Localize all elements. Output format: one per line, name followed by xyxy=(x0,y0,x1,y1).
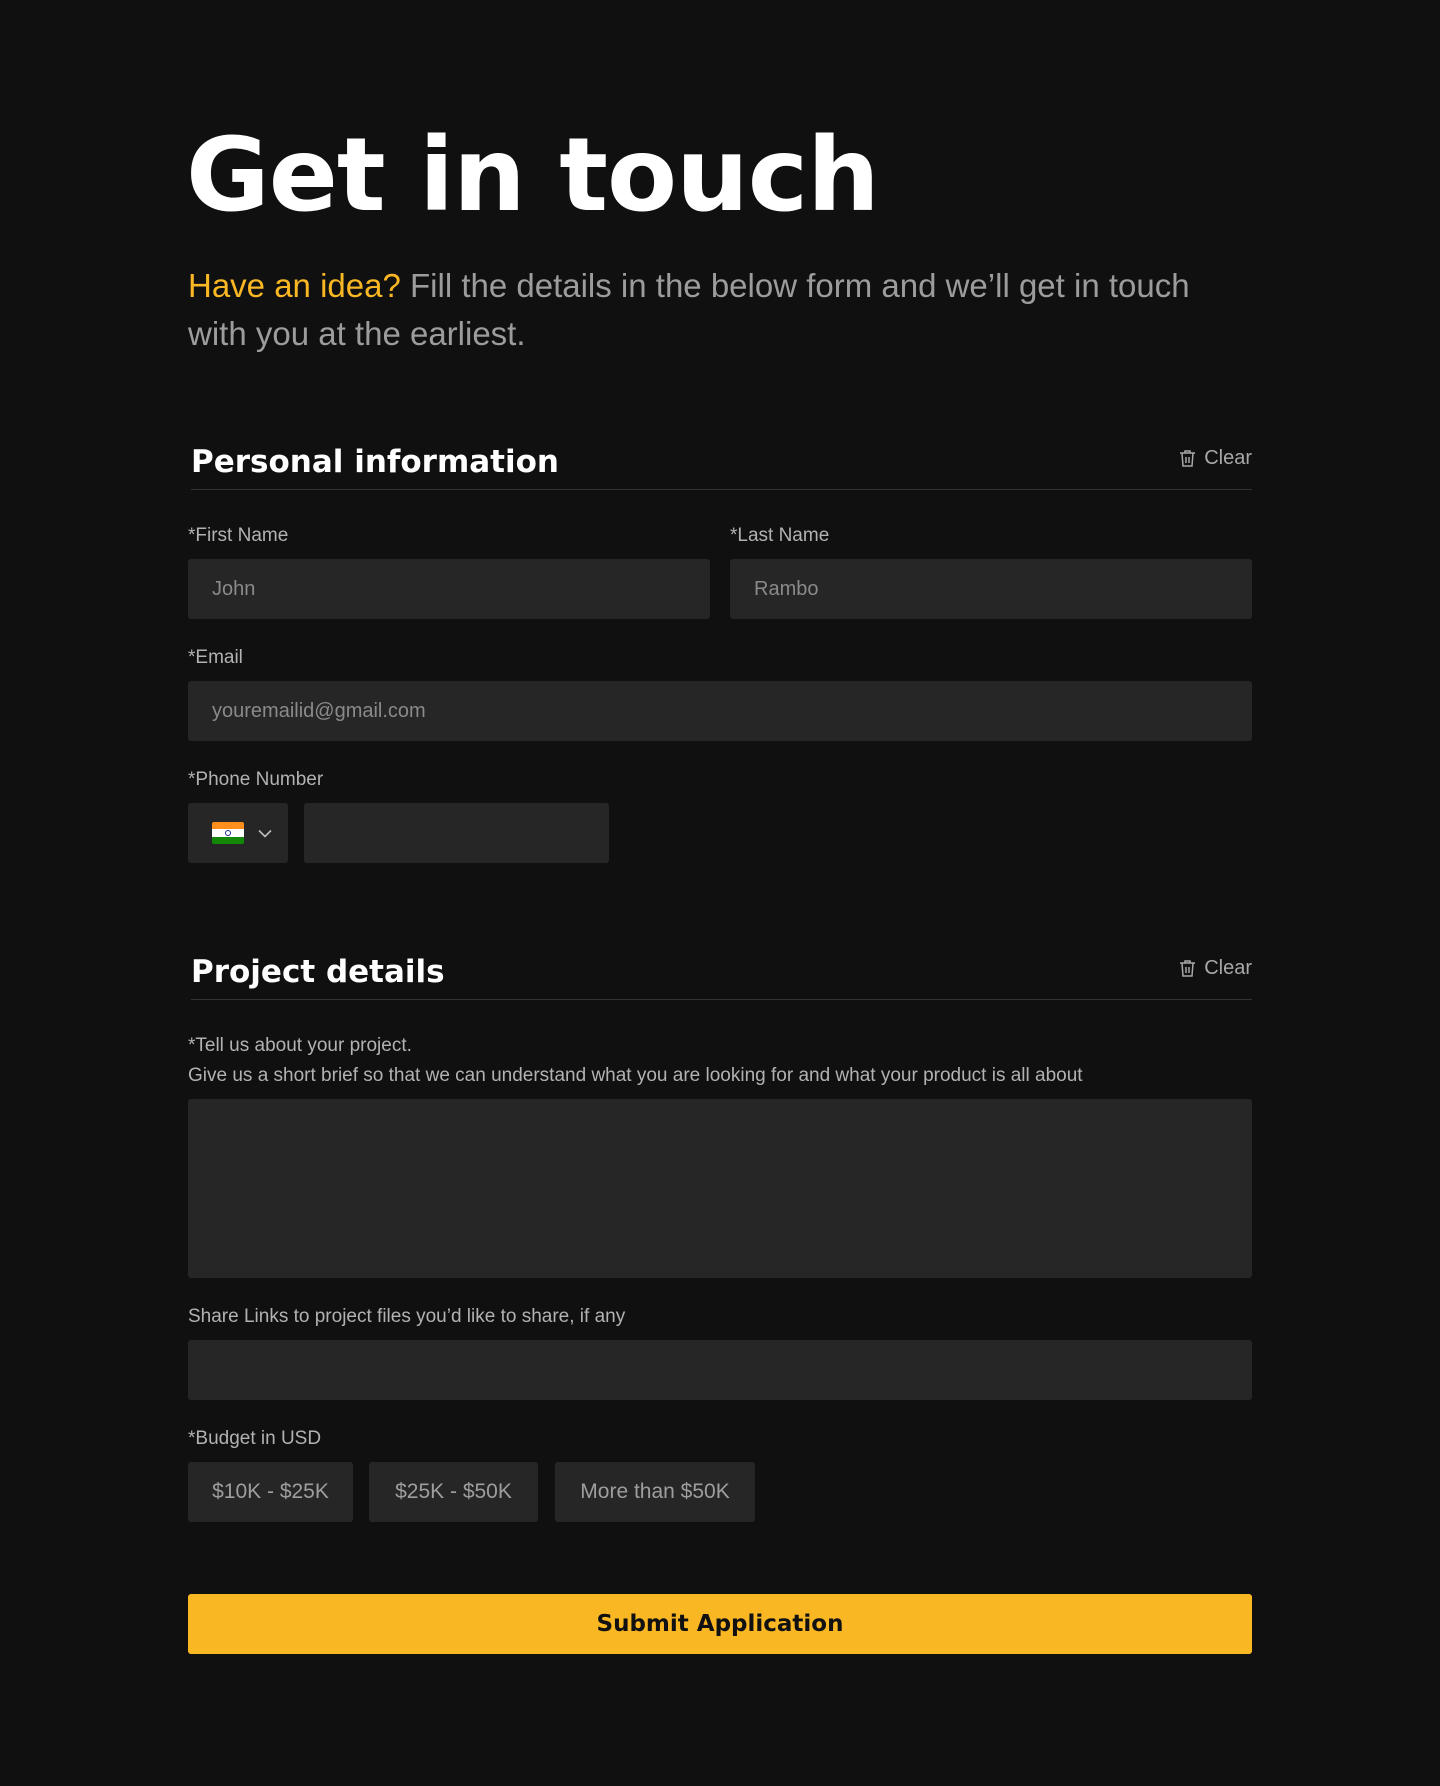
intro-text: Have an idea? Fill the details in the be… xyxy=(188,262,1252,358)
budget-label: *Budget in USD xyxy=(188,1428,322,1449)
personal-clear-button[interactable]: Clear xyxy=(1179,444,1252,472)
project-about-label: *Tell us about your project. xyxy=(188,1035,412,1056)
first-name-input[interactable] xyxy=(188,559,710,619)
project-clear-label: Clear xyxy=(1204,957,1252,979)
intro-accent: Have an idea? xyxy=(188,267,401,304)
email-input[interactable] xyxy=(188,681,1252,741)
country-code-select[interactable] xyxy=(188,803,288,863)
phone-input[interactable] xyxy=(304,803,609,863)
project-links-input[interactable] xyxy=(188,1340,1252,1400)
last-name-label: *Last Name xyxy=(730,525,830,546)
project-about-textarea[interactable] xyxy=(188,1099,1252,1278)
project-clear-button[interactable]: Clear xyxy=(1179,954,1252,982)
chevron-down-icon xyxy=(258,829,272,838)
trash-icon xyxy=(1180,959,1196,977)
email-label: *Email xyxy=(188,647,243,668)
project-section-title: Project details xyxy=(191,954,445,990)
personal-section-header: Personal information Clear xyxy=(191,440,1252,490)
personal-clear-label: Clear xyxy=(1204,447,1252,469)
budget-option-25k-50k[interactable]: $25K - $50K xyxy=(369,1462,538,1522)
project-section-header: Project details Clear xyxy=(191,950,1252,1000)
last-name-input[interactable] xyxy=(730,559,1252,619)
phone-label: *Phone Number xyxy=(188,769,324,790)
first-name-label: *First Name xyxy=(188,525,289,546)
budget-option-50k-plus[interactable]: More than $50K xyxy=(555,1462,755,1522)
contact-page: Get in touch Have an idea? Fill the deta… xyxy=(0,0,1440,1786)
personal-section-title: Personal information xyxy=(191,444,559,480)
trash-icon xyxy=(1180,449,1196,467)
project-about-hint: Give us a short brief so that we can und… xyxy=(188,1065,1083,1086)
india-flag-icon xyxy=(212,822,244,844)
project-links-label: Share Links to project files you’d like … xyxy=(188,1306,626,1327)
page-title: Get in touch xyxy=(186,116,880,235)
submit-application-button[interactable]: Submit Application xyxy=(188,1594,1252,1654)
budget-option-10k-25k[interactable]: $10K - $25K xyxy=(188,1462,353,1522)
